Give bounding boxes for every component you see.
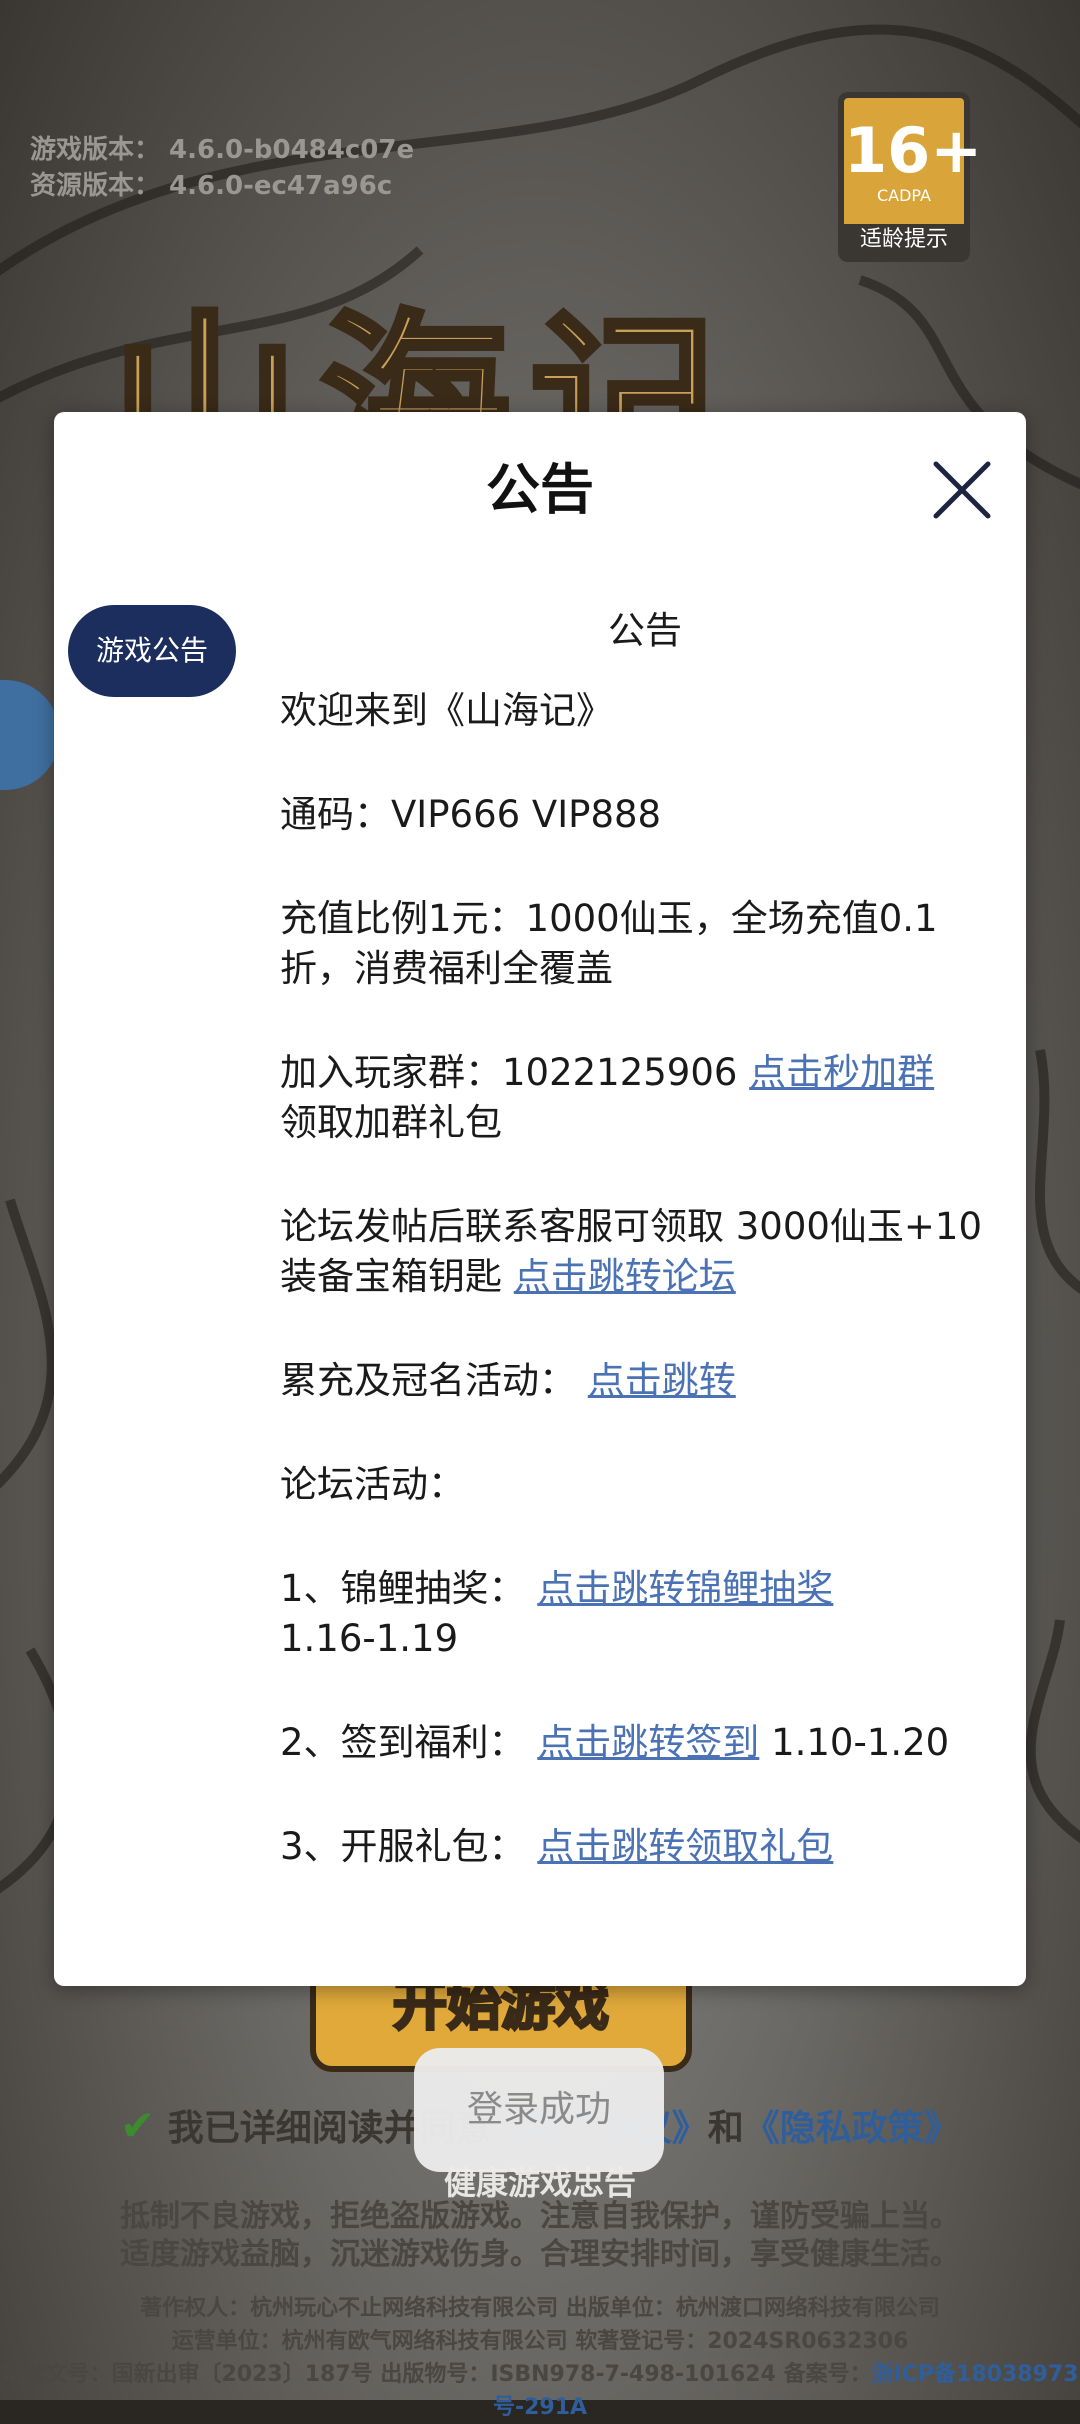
credits: 著作权人：杭州玩心不止网络科技有限公司 出版单位：杭州渡口网络科技有限公司 运营… xyxy=(0,2292,1080,2424)
privacy-policy-link[interactable]: 《隐私政策》 xyxy=(744,2108,960,2149)
code-text: 通码：VIP666 VIP888 xyxy=(280,793,662,836)
gift-pack-link[interactable]: 点击跳转领取礼包 xyxy=(537,1825,833,1868)
age-rating-tip: 适龄提示 xyxy=(844,224,964,256)
resource-version: 资源版本： 4.6.0-ec47a96c xyxy=(30,171,393,201)
checkbox-icon[interactable]: ✔ xyxy=(120,2101,155,2150)
lottery-link[interactable]: 点击跳转锦鲤抽奖 xyxy=(537,1567,833,1610)
forum-link[interactable]: 点击跳转论坛 xyxy=(514,1255,736,1298)
content-heading: 公告 xyxy=(608,609,682,652)
activity-1-date: 1.16-1.19 xyxy=(280,1617,459,1660)
close-icon[interactable] xyxy=(932,460,992,520)
modal-title: 公告 xyxy=(486,458,594,521)
agreement-and: 和 xyxy=(707,2108,744,2149)
checkin-link[interactable]: 点击跳转签到 xyxy=(537,1721,759,1764)
announcement-content: 公告 欢迎来到《山海记》 通码：VIP666 VIP888 充值比例1元：100… xyxy=(280,592,1010,1926)
credits-line: 运营单位：杭州有欧气网络科技有限公司 软著登记号：2024SR0632306 xyxy=(171,2329,909,2354)
approval-text: 审批文号：国新出审〔2023〕187号 出版物号：ISBN978-7-498-1… xyxy=(1,2362,872,2387)
activity-2-date: 1.10-1.20 xyxy=(759,1721,950,1764)
announcement-modal: 公告 游戏公告 公告 欢迎来到《山海记》 通码：VIP666 VIP888 充值… xyxy=(54,412,1026,1986)
cumulative-link[interactable]: 点击跳转 xyxy=(588,1359,736,1402)
forum-activity-heading: 论坛活动： xyxy=(280,1463,465,1506)
game-version: 游戏版本： 4.6.0-b0484c07e xyxy=(30,135,415,165)
activity-2-text: 2、签到福利： xyxy=(280,1721,538,1764)
group-text: 加入玩家群：1022125906 xyxy=(280,1051,750,1094)
group-paragraph: 加入玩家群：1022125906 点击秒加群 领取加群礼包 xyxy=(280,1048,1010,1148)
credits-line: 著作权人：杭州玩心不止网络科技有限公司 出版单位：杭州渡口网络科技有限公司 xyxy=(140,2296,940,2321)
join-group-link[interactable]: 点击秒加群 xyxy=(749,1051,934,1094)
credits-line: 审批文号：国新出审〔2023〕187号 出版物号：ISBN978-7-498-1… xyxy=(0,2358,1080,2424)
activity-3-text: 3、开服礼包： xyxy=(280,1825,538,1868)
health-line: 适度游戏益脑，沉迷游戏伤身。合理安排时间，享受健康生活。 xyxy=(120,2237,960,2272)
age-rating-org: CADPA xyxy=(876,186,931,205)
age-rating-number: 16+ xyxy=(844,114,983,187)
activity-2: 2、签到福利： 点击跳转签到 1.10-1.20 xyxy=(280,1718,1010,1768)
welcome-text: 欢迎来到《山海记》 xyxy=(280,689,613,732)
cumulative-paragraph: 累充及冠名活动： 点击跳转 xyxy=(280,1356,1010,1406)
recharge-text: 充值比例1元：1000仙玉，全场充值0.1折，消费福利全覆盖 xyxy=(280,897,938,990)
cumulative-text: 累充及冠名活动： xyxy=(280,1359,588,1402)
age-rating-badge[interactable]: 16+ CADPA 适龄提示 xyxy=(838,92,983,262)
activity-3: 3、开服礼包： 点击跳转领取礼包 xyxy=(280,1822,1010,1872)
tab-game-announcement[interactable]: 游戏公告 xyxy=(68,605,236,697)
version-info: 游戏版本： 4.6.0-b0484c07e 资源版本： 4.6.0-ec47a9… xyxy=(30,132,414,204)
group-gift-text: 领取加群礼包 xyxy=(280,1101,502,1144)
login-success-toast: 登录成功 xyxy=(414,2048,664,2172)
close-icon-glyph xyxy=(933,461,991,519)
activity-1: 1、锦鲤抽奖： 点击跳转锦鲤抽奖 1.16-1.19 xyxy=(280,1564,1010,1664)
forum-paragraph: 论坛发帖后联系客服可领取 3000仙玉+10装备宝箱钥匙 点击跳转论坛 xyxy=(280,1202,1010,1302)
activity-1-text: 1、锦鲤抽奖： xyxy=(280,1567,538,1610)
health-advice: 抵制不良游戏，拒绝盗版游戏。注意自我保护，谨防受骗上当。 适度游戏益脑，沉迷游戏… xyxy=(0,2198,1080,2274)
health-line: 抵制不良游戏，拒绝盗版游戏。注意自我保护，谨防受骗上当。 xyxy=(120,2199,960,2234)
